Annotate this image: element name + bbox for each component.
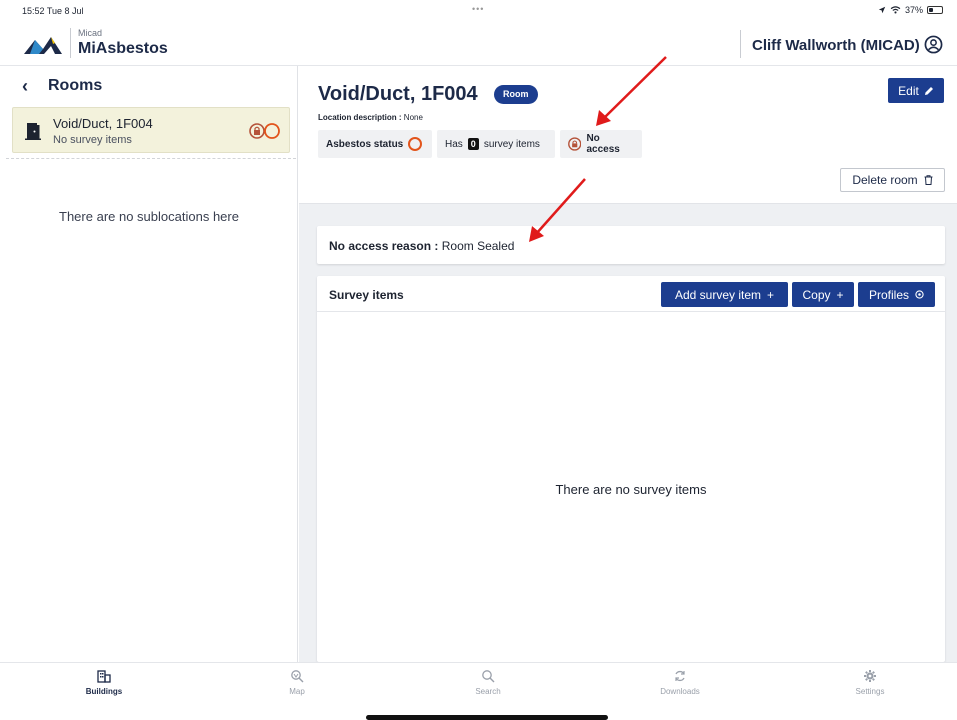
edit-button[interactable]: Edit (888, 78, 944, 103)
profiles-circle-icon (915, 290, 924, 299)
survey-items-panel: Survey items Add survey item + Copy + Pr… (317, 276, 945, 662)
plus-icon: + (767, 287, 775, 302)
status-time: 15:52 Tue 8 Jul (22, 6, 84, 16)
room-type-badge: Room (494, 85, 538, 104)
no-access-reason-label: No access reason : (329, 239, 439, 253)
chevron-left-icon[interactable]: ‹ (22, 77, 28, 95)
asbestos-status-ring-icon (408, 137, 423, 151)
status-indicators: 37% (878, 5, 943, 15)
back-to-rooms[interactable]: ‹ Rooms (0, 66, 298, 106)
survey-prefix: Has (445, 138, 463, 150)
survey-count: 0 (467, 138, 479, 150)
trash-icon (924, 175, 933, 185)
survey-suffix: survey items (483, 138, 540, 150)
sync-icon (675, 670, 685, 682)
list-divider (6, 158, 296, 159)
room-title: Void/Duct, 1F004 (318, 83, 478, 105)
pencil-icon (924, 86, 933, 95)
tab-map[interactable]: Map (257, 669, 337, 696)
location-value: None (403, 113, 423, 122)
rooms-sidebar: ‹ Rooms Void/Duct, 1F004 No survey items… (0, 66, 298, 662)
tab-settings[interactable]: Settings (830, 669, 910, 696)
room-detail-pane: Void/Duct, 1F004 Room Edit Location desc… (299, 66, 957, 662)
wifi-icon (890, 6, 901, 14)
user-circle-icon[interactable] (924, 35, 943, 54)
delete-room-button[interactable]: Delete room (840, 168, 945, 192)
user-divider (740, 30, 741, 58)
tab-downloads[interactable]: Downloads (640, 669, 720, 696)
tab-map-label: Map (289, 687, 305, 696)
survey-items-header: Survey items Add survey item + Copy + Pr… (317, 276, 945, 312)
survey-items-title: Survey items (329, 288, 404, 302)
no-access-reason-card: No access reason : Room Sealed (317, 226, 945, 264)
brand-small-label: Micad (78, 28, 103, 38)
asbestos-status-label: Asbestos status (326, 138, 404, 150)
profiles-label: Profiles (868, 287, 909, 302)
location-label: Location description : (318, 113, 402, 122)
tab-buildings-label: Buildings (85, 687, 123, 696)
multitasking-dots[interactable]: ••• (472, 4, 484, 14)
mountain-logo-icon (24, 37, 62, 54)
edit-button-label: Edit (898, 83, 919, 98)
no-access-reason-value: Room Sealed (441, 239, 515, 253)
map-search-icon (291, 670, 304, 683)
asbestos-status-chip: Asbestos status (318, 130, 432, 158)
app-header: Micad MiAsbestos Cliff Wallworth (MICAD) (0, 22, 957, 66)
brand-divider (70, 28, 71, 58)
room-item-subtitle: No survey items (53, 134, 132, 146)
empty-survey-items-text: There are no survey items (555, 482, 707, 497)
no-access-label: No access (586, 133, 620, 155)
tab-buildings[interactable]: Buildings (64, 669, 144, 696)
location-arrow-icon (878, 6, 886, 14)
add-survey-item-label: Add survey item (674, 287, 762, 302)
room-list-item[interactable]: Void/Duct, 1F004 No survey items (12, 107, 290, 153)
tab-search-label: Search (475, 687, 501, 696)
delete-room-label: Delete room (852, 173, 918, 187)
status-bar: 15:52 Tue 8 Jul ••• 37% (0, 0, 957, 22)
location-description: Location description : None (318, 113, 423, 122)
no-access-chip: No access (560, 130, 642, 158)
sidebar-title[interactable]: Rooms (48, 77, 102, 95)
search-icon (482, 670, 495, 683)
battery-percent: 37% (904, 5, 923, 15)
add-survey-item-button[interactable]: Add survey item + (661, 282, 788, 307)
user-name[interactable]: Cliff Wallworth (MICAD) (752, 37, 920, 54)
tab-settings-label: Settings (855, 687, 885, 696)
building-icon (97, 670, 111, 683)
gear-icon (864, 670, 876, 682)
no-access-lock-icon (568, 137, 582, 151)
survey-count-chip: Has 0 survey items (437, 130, 555, 158)
bottom-tab-bar: Buildings Map Search Downloads Settings (0, 662, 957, 720)
empty-sublocations-text: There are no sublocations here (59, 209, 239, 224)
copy-label: Copy (802, 287, 831, 302)
battery-icon (927, 6, 943, 14)
profiles-button[interactable]: Profiles (858, 282, 935, 307)
no-access-reason: No access reason : Room Sealed (329, 239, 514, 253)
room-header-card: Void/Duct, 1F004 Room Edit Location desc… (299, 66, 957, 204)
no-access-lock-icon (249, 123, 280, 139)
copy-button[interactable]: Copy + (792, 282, 854, 307)
door-icon (25, 123, 41, 140)
tab-search[interactable]: Search (448, 669, 528, 696)
room-item-name: Void/Duct, 1F004 (53, 116, 153, 131)
plus-icon: + (836, 287, 844, 302)
app-name: MiAsbestos (78, 40, 168, 57)
home-indicator[interactable] (366, 715, 608, 720)
tab-downloads-label: Downloads (660, 687, 700, 696)
